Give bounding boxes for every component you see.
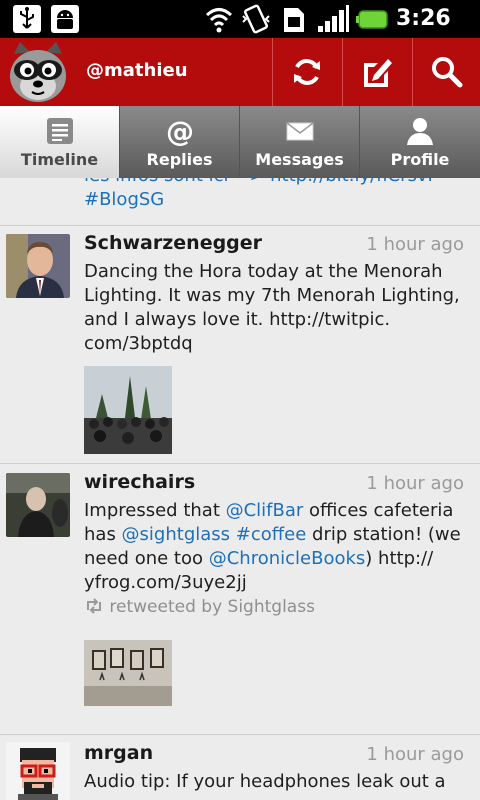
retweet-icon (87, 598, 101, 614)
search-icon (431, 57, 462, 88)
tweet-item[interactable]: mrgan 1 hour ago Audio tip: If your head… (0, 736, 480, 800)
tab-messages[interactable]: Messages (240, 106, 360, 178)
battery-icon (356, 10, 388, 29)
usb-icon (13, 5, 41, 33)
user-avatar[interactable] (6, 742, 70, 800)
tab-bar: Timeline @ Replies Messages Profile (0, 106, 480, 178)
mention-link[interactable]: @ClifBar (226, 500, 304, 521)
tweet-item[interactable]: wirechairs 1 hour ago Impressed that @Cl… (0, 465, 480, 735)
person-icon (407, 118, 433, 145)
tweet-time: 1 hour ago (366, 473, 464, 494)
app-header: @mathieu (0, 38, 480, 106)
at-icon: @ (166, 116, 194, 146)
raccoon-avatar[interactable] (6, 40, 70, 104)
tweet-text: Audio tip: If your headphones leak out a (84, 771, 446, 792)
envelope-icon (286, 122, 314, 141)
tweet-item[interactable]: Schwarzenegger 1 hour ago Dancing the Ho… (0, 226, 480, 464)
timeline-list[interactable]: les infos sont ici => http://bit.ly/fiCr… (0, 178, 480, 800)
mention-link[interactable]: @ChronicleBooks (209, 548, 366, 569)
timeline-icon (47, 118, 73, 144)
user-avatar[interactable] (6, 473, 70, 537)
tweet-author[interactable]: Schwarzenegger (84, 232, 262, 254)
tweet-author[interactable]: wirechairs (84, 471, 195, 493)
retweet-label: retweeted by Sightglass (109, 597, 315, 617)
vibrate-icon (242, 4, 270, 34)
refresh-button[interactable] (272, 38, 340, 106)
clock-time: 3:26 (396, 6, 451, 31)
tab-replies[interactable]: @ Replies (120, 106, 240, 178)
sim-icon (284, 8, 304, 32)
search-button[interactable] (412, 38, 480, 106)
android-debug-icon (51, 5, 79, 33)
tweet-text-partial[interactable]: les infos sont ici => http://bit.ly/fiCr… (84, 178, 468, 188)
wifi-icon (205, 8, 233, 33)
refresh-icon (293, 59, 320, 85)
tweet-text: Impressed that @ClifBar offices cafeteri… (84, 499, 468, 595)
tab-replies-label: Replies (146, 150, 213, 169)
user-avatar[interactable] (6, 234, 70, 298)
tab-messages-label: Messages (255, 150, 344, 169)
tweet-hashtag[interactable]: #BlogSG (84, 188, 468, 212)
mention-link[interactable]: @sightglass (122, 524, 230, 545)
retweet-indicator: retweeted by Sightglass (84, 597, 315, 617)
compose-icon (363, 59, 392, 87)
tab-timeline-label: Timeline (20, 150, 99, 169)
tab-timeline[interactable]: Timeline (0, 106, 120, 178)
username-label: @mathieu (86, 60, 188, 81)
tweet-author[interactable]: mrgan (84, 742, 153, 764)
tweet-text-segment: Impressed that (84, 500, 226, 521)
tweet-photo-thumbnail[interactable] (84, 640, 172, 706)
tweet-time: 1 hour ago (366, 234, 464, 255)
tab-profile[interactable]: Profile (360, 106, 480, 178)
tweet-text: Dancing the Hora today at the Menorah Li… (84, 261, 460, 354)
status-bar: 3:26 PM (0, 0, 480, 54)
compose-button[interactable] (342, 38, 410, 106)
tab-profile-label: Profile (390, 150, 450, 169)
signal-icon (318, 5, 349, 32)
tweet-item[interactable]: les infos sont ici => http://bit.ly/fiCr… (0, 178, 480, 226)
hashtag-link[interactable]: #coffee (236, 524, 307, 545)
tweet-photo-thumbnail[interactable] (84, 366, 172, 454)
tweet-time: 1 hour ago (366, 744, 464, 765)
svg-text:@: @ (166, 116, 194, 146)
